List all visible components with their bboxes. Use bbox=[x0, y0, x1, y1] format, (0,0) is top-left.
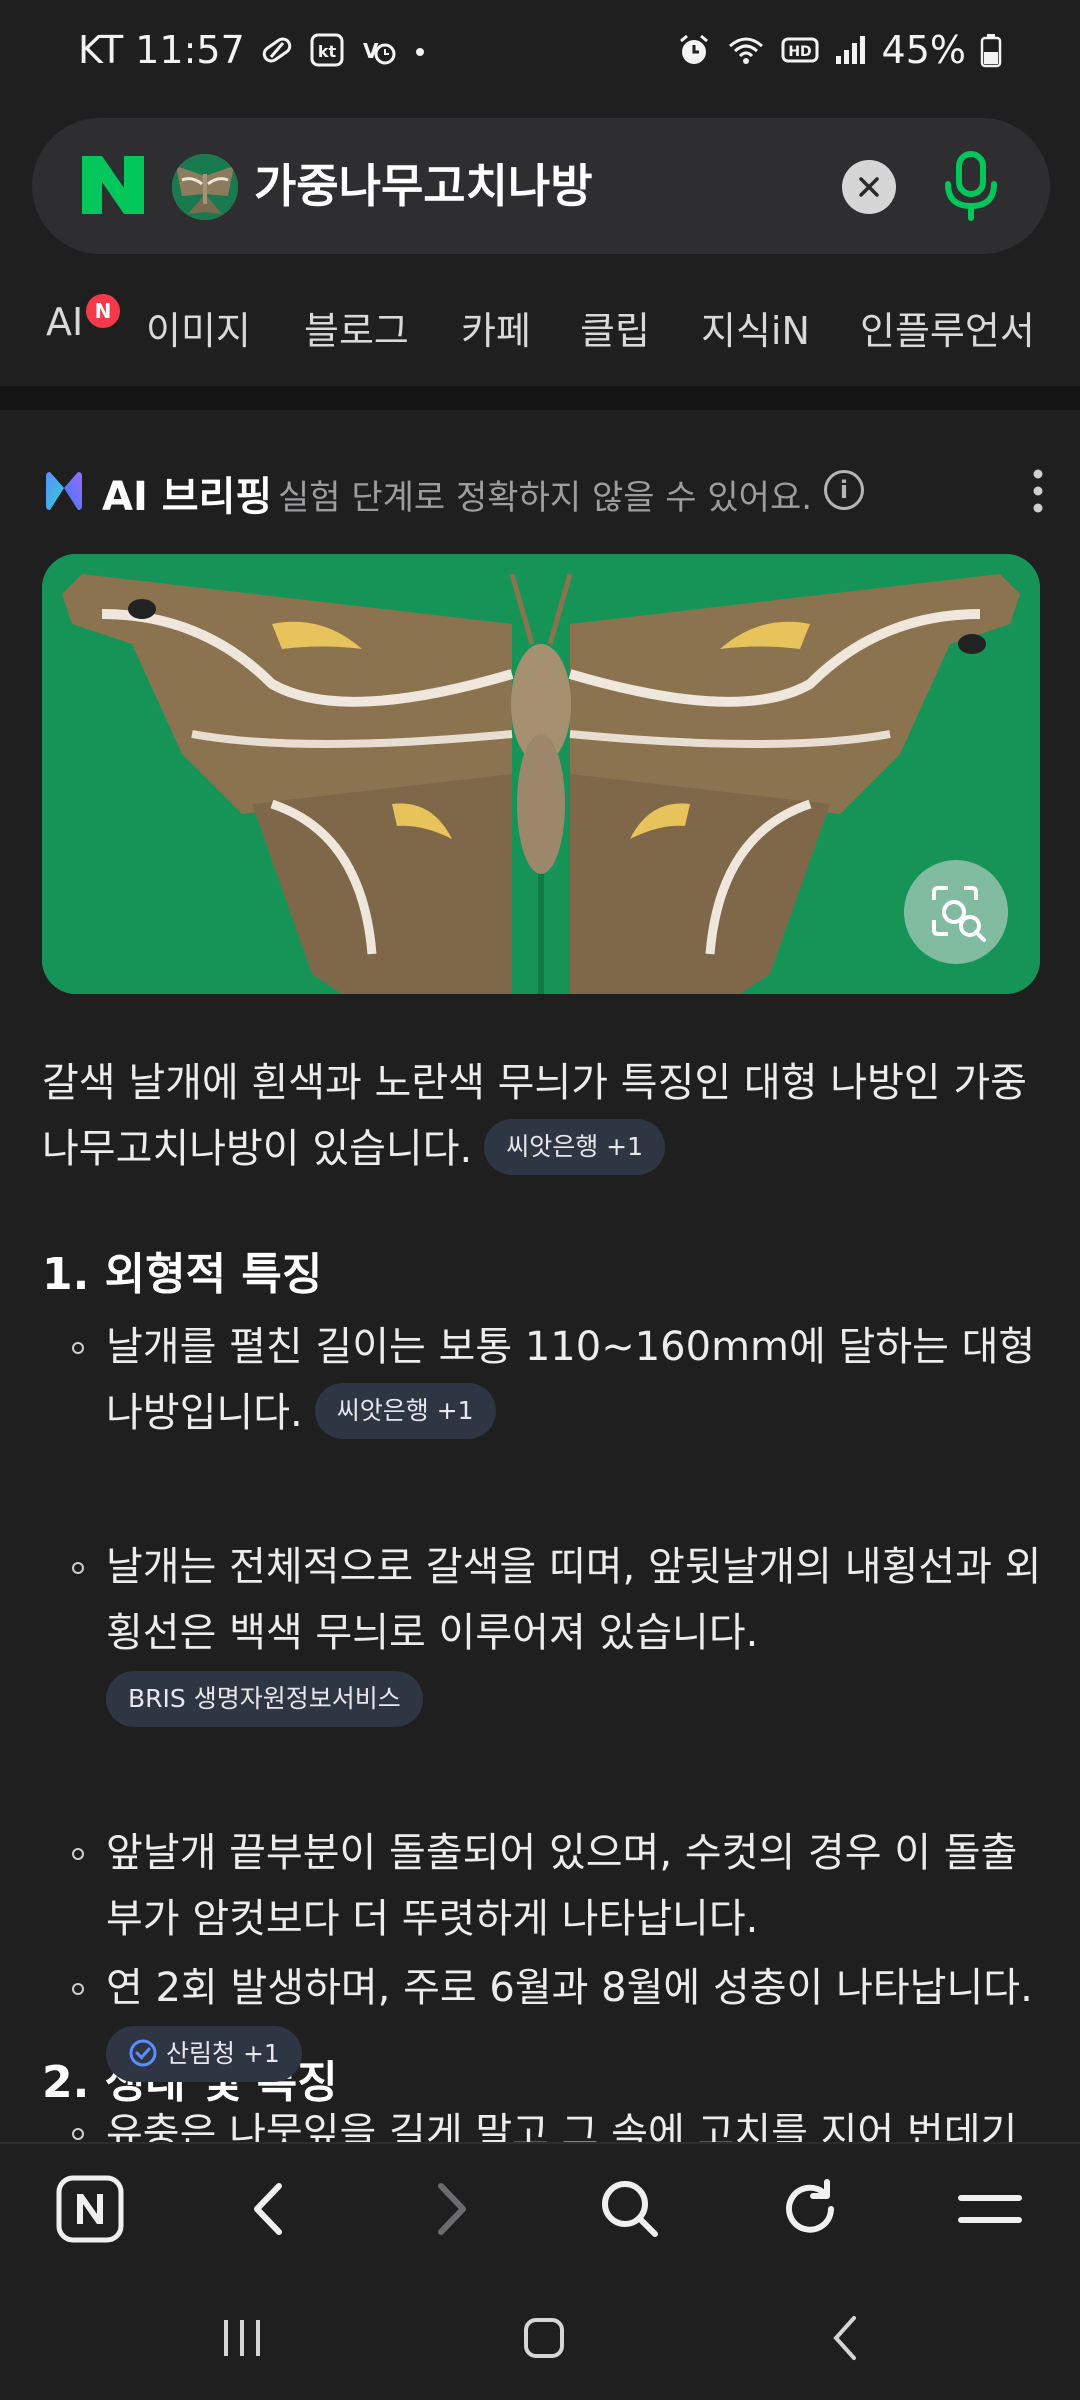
query-thumbnail[interactable] bbox=[172, 154, 238, 220]
system-nav-bar bbox=[0, 2272, 1080, 2400]
recent-apps-icon[interactable] bbox=[212, 2308, 272, 2368]
bullet-icon bbox=[72, 1983, 84, 1995]
naver-logo-icon[interactable] bbox=[82, 156, 144, 214]
verified-check-icon bbox=[129, 2039, 157, 2067]
list-item: 날개는 전체적으로 갈색을 띠며, 앞뒷날개의 내횡선과 외횡선은 백색 무늬로… bbox=[42, 1534, 1052, 1732]
source-chip[interactable]: BRIS 생명자원정보서비스 bbox=[106, 1671, 423, 1727]
battery-icon bbox=[980, 32, 1002, 68]
image-search-button[interactable] bbox=[904, 860, 1008, 964]
hd-icon: HD bbox=[780, 32, 820, 68]
bullet-icon bbox=[72, 1562, 84, 1574]
pill-icon bbox=[259, 32, 295, 68]
source-chip[interactable]: 씨앗은행 +1 bbox=[314, 1383, 496, 1439]
source-chip-label: 산림청 +1 bbox=[166, 2039, 280, 2068]
home-icon[interactable] bbox=[514, 2308, 574, 2368]
bullet-icon bbox=[72, 2128, 84, 2140]
signal-icon bbox=[834, 32, 868, 68]
bullet-icon bbox=[72, 1342, 84, 1354]
more-options-icon[interactable] bbox=[1028, 466, 1048, 516]
menu-icon[interactable] bbox=[955, 2174, 1025, 2244]
clear-search-button[interactable] bbox=[842, 160, 896, 214]
list-item-text: 연 2회 발생하며, 주로 6월과 8월에 성충이 나타납니다. bbox=[106, 1965, 1033, 2011]
carrier-time: KT 11:57 bbox=[78, 28, 245, 72]
list-item: 날개를 펼친 길이는 보통 110~160mm에 달하는 대형 나방입니다. 씨앗… bbox=[42, 1314, 1052, 1446]
dot-icon bbox=[413, 32, 427, 68]
search-box[interactable]: 가중나무고치나방 bbox=[32, 118, 1050, 254]
voice-search-button[interactable] bbox=[936, 148, 1006, 224]
list-item: 앞날개 끝부분이 돌출되어 있으며, 수컷의 경우 이 돌출부가 암컷보다 더 … bbox=[42, 1820, 1052, 1952]
summary-paragraph: 갈색 날개에 흰색과 노란색 무늬가 특징인 대형 나방인 가중나무고치나방이 … bbox=[42, 1050, 1052, 1182]
forward-icon[interactable] bbox=[415, 2174, 485, 2244]
tab-blog[interactable]: 블로그 bbox=[304, 300, 409, 355]
search-icon[interactable] bbox=[595, 2174, 665, 2244]
list-item-text: 날개는 전체적으로 갈색을 띠며, 앞뒷날개의 내횡선과 외횡선은 백색 무늬로… bbox=[106, 1544, 1042, 1656]
ai-briefing-icon bbox=[46, 472, 82, 510]
list-item: 유충은 나뭇잎을 길게 말고 그 속에 고치를 지어 번데기 bbox=[42, 2100, 1052, 2142]
new-badge: N bbox=[86, 294, 120, 328]
ai-briefing-header: AI 브리핑 실험 단계로 정확하지 않을 수 있어요. i bbox=[42, 460, 1043, 530]
wifi-icon bbox=[726, 32, 766, 68]
browser-toolbar bbox=[0, 2142, 1080, 2272]
tab-clip[interactable]: 클립 bbox=[580, 300, 650, 355]
bullet-icon bbox=[72, 1848, 84, 1860]
source-chip[interactable]: 산림청 +1 bbox=[106, 2026, 302, 2082]
status-bar: KT 11:57 kt V HD 45% bbox=[0, 0, 1080, 110]
section-heading: 1. 외형적 특징 bbox=[42, 1249, 323, 1300]
battery-percent: 45% bbox=[881, 28, 966, 72]
system-back-icon[interactable] bbox=[818, 2308, 878, 2368]
source-chip[interactable]: 씨앗은행 +1 bbox=[484, 1119, 666, 1175]
volte-icon: V bbox=[359, 32, 399, 68]
ai-briefing-content: AI 브리핑 실험 단계로 정확하지 않을 수 있어요. i 갈색 날개에 흰색… bbox=[0, 410, 1080, 2142]
refresh-icon[interactable] bbox=[775, 2174, 845, 2244]
tab-kin[interactable]: 지식iN bbox=[701, 300, 810, 355]
ai-briefing-title: AI 브리핑 bbox=[102, 474, 273, 520]
search-tabs: AI N 이미지 블로그 카페 클립 지식iN 인플루언서 bbox=[0, 290, 1080, 370]
close-icon bbox=[859, 177, 879, 197]
list-item-text: 날개를 펼친 길이는 보통 110~160mm에 달하는 대형 나방입니다. bbox=[106, 1324, 1036, 1436]
list-item: 연 2회 발생하며, 주로 6월과 8월에 성충이 나타납니다. 산림청 +1 bbox=[42, 1955, 1052, 2087]
moth-image[interactable] bbox=[42, 554, 1040, 994]
tab-ai[interactable]: AI N bbox=[46, 294, 120, 344]
ai-briefing-disclaimer: 실험 단계로 정확하지 않을 수 있어요. bbox=[278, 478, 813, 518]
section-divider bbox=[0, 386, 1080, 410]
tab-cafe[interactable]: 카페 bbox=[461, 300, 531, 355]
svg-text:HD: HD bbox=[788, 44, 811, 60]
kt-icon: kt bbox=[309, 32, 345, 68]
search-query[interactable]: 가중나무고치나방 bbox=[254, 154, 593, 218]
info-icon[interactable]: i bbox=[824, 470, 864, 510]
svg-text:kt: kt bbox=[318, 42, 337, 61]
mic-icon bbox=[945, 151, 997, 221]
back-icon[interactable] bbox=[235, 2174, 305, 2244]
search-header: 가중나무고치나방 AI N 이미지 블로그 카페 클립 지식iN 인플루언서 bbox=[0, 110, 1080, 380]
tab-ai-label: AI bbox=[46, 300, 84, 344]
naver-home-icon[interactable] bbox=[55, 2174, 125, 2244]
tab-images[interactable]: 이미지 bbox=[146, 300, 251, 355]
lens-search-icon bbox=[932, 886, 986, 942]
alarm-icon bbox=[676, 32, 712, 68]
list-item-text: 유충은 나뭇잎을 길게 말고 그 속에 고치를 지어 번데기 bbox=[106, 2110, 1018, 2142]
list-item-text: 앞날개 끝부분이 돌출되어 있으며, 수컷의 경우 이 돌출부가 암컷보다 더 … bbox=[106, 1830, 1018, 1942]
tab-influencer[interactable]: 인플루언서 bbox=[860, 300, 1035, 355]
